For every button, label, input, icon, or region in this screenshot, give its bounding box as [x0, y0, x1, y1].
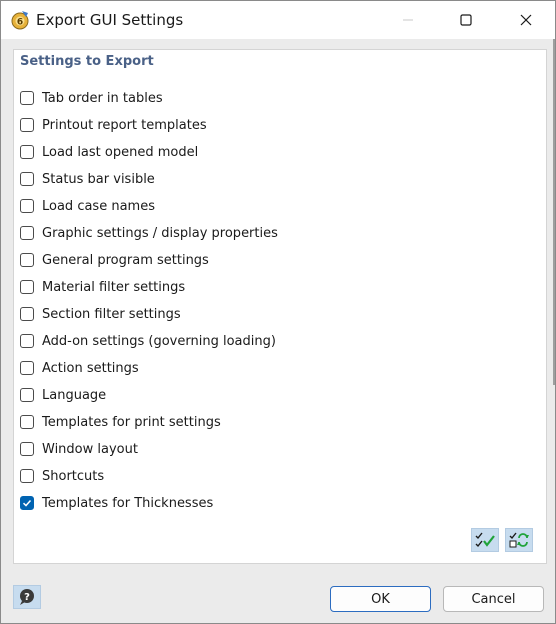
- settings-item-label: Section filter settings: [42, 306, 181, 322]
- settings-item-label: Language: [42, 387, 107, 403]
- checkbox[interactable]: [20, 469, 34, 483]
- close-icon: [520, 14, 532, 26]
- window-edge-shadow: [553, 39, 555, 385]
- ok-button[interactable]: OK: [330, 586, 431, 612]
- checkbox[interactable]: [20, 334, 34, 348]
- settings-item[interactable]: Load case names: [20, 196, 155, 216]
- settings-item[interactable]: Action settings: [20, 358, 139, 378]
- settings-item-label: Templates for print settings: [42, 414, 221, 430]
- settings-item-label: Printout report templates: [42, 117, 207, 133]
- settings-item-label: Material filter settings: [42, 279, 186, 295]
- invert-selection-button[interactable]: [505, 528, 533, 552]
- checkbox[interactable]: [20, 280, 34, 294]
- settings-item[interactable]: Templates for Thicknesses: [20, 493, 213, 513]
- group-title: Settings to Export: [20, 54, 154, 69]
- checkbox[interactable]: [20, 307, 34, 321]
- checkbox[interactable]: [20, 442, 34, 456]
- invert-selection-icon: [509, 532, 529, 548]
- select-all-icon: [475, 532, 495, 548]
- checkbox[interactable]: [20, 388, 34, 402]
- cancel-button[interactable]: Cancel: [443, 586, 544, 612]
- settings-item[interactable]: Status bar visible: [20, 169, 155, 189]
- settings-item-label: Load last opened model: [42, 144, 199, 160]
- settings-item-label: Graphic settings / display properties: [42, 225, 278, 241]
- settings-item-label: Shortcuts: [42, 468, 105, 484]
- checkbox[interactable]: [20, 172, 34, 186]
- settings-item-label: Tab order in tables: [42, 90, 163, 106]
- checkbox[interactable]: [20, 118, 34, 132]
- checkbox[interactable]: [20, 415, 34, 429]
- checkbox[interactable]: [20, 199, 34, 213]
- checkbox[interactable]: [20, 361, 34, 375]
- checkbox[interactable]: [20, 253, 34, 267]
- close-button[interactable]: [503, 1, 549, 39]
- settings-item-label: General program settings: [42, 252, 209, 268]
- settings-item[interactable]: Tab order in tables: [20, 88, 163, 108]
- settings-item[interactable]: Templates for print settings: [20, 412, 221, 432]
- checkbox[interactable]: [20, 226, 34, 240]
- settings-panel: Settings to Export Tab order in tables Pr…: [13, 49, 547, 564]
- settings-item-label: Window layout: [42, 441, 138, 457]
- help-icon: ?: [20, 589, 34, 605]
- settings-item[interactable]: General program settings: [20, 250, 209, 270]
- checkbox[interactable]: [20, 91, 34, 105]
- settings-item[interactable]: Shortcuts: [20, 466, 104, 486]
- minimize-button[interactable]: [385, 1, 431, 39]
- title-bar: 6 Export GUI Settings: [1, 1, 555, 39]
- svg-text:6: 6: [17, 18, 23, 28]
- settings-item-label: Templates for Thicknesses: [42, 495, 214, 511]
- settings-item[interactable]: Printout report templates: [20, 115, 207, 135]
- settings-item[interactable]: Window layout: [20, 439, 138, 459]
- checkbox[interactable]: [20, 145, 34, 159]
- svg-text:?: ?: [24, 592, 30, 603]
- settings-item[interactable]: Language: [20, 385, 106, 405]
- minimize-icon: [403, 19, 413, 21]
- settings-item[interactable]: Graphic settings / display properties: [20, 223, 278, 243]
- app-icon: 6: [10, 10, 30, 30]
- help-button[interactable]: ?: [13, 585, 41, 609]
- settings-item-label: Action settings: [42, 360, 139, 376]
- settings-item[interactable]: Add-on settings (governing loading): [20, 331, 276, 351]
- settings-item[interactable]: Material filter settings: [20, 277, 185, 297]
- settings-item-label: Status bar visible: [42, 171, 155, 187]
- settings-item-label: Add-on settings (governing loading): [42, 333, 276, 349]
- maximize-icon: [460, 14, 472, 26]
- select-all-button[interactable]: [471, 528, 499, 552]
- window-title: Export GUI Settings: [36, 11, 184, 29]
- export-gui-settings-dialog: 6 Export GUI Settings Settings to Export…: [0, 0, 556, 624]
- settings-item-label: Load case names: [42, 198, 155, 214]
- maximize-button[interactable]: [443, 1, 489, 39]
- settings-item[interactable]: Section filter settings: [20, 304, 181, 324]
- checkbox[interactable]: [20, 496, 34, 510]
- checkmark-icon: [22, 499, 32, 507]
- settings-item[interactable]: Load last opened model: [20, 142, 198, 162]
